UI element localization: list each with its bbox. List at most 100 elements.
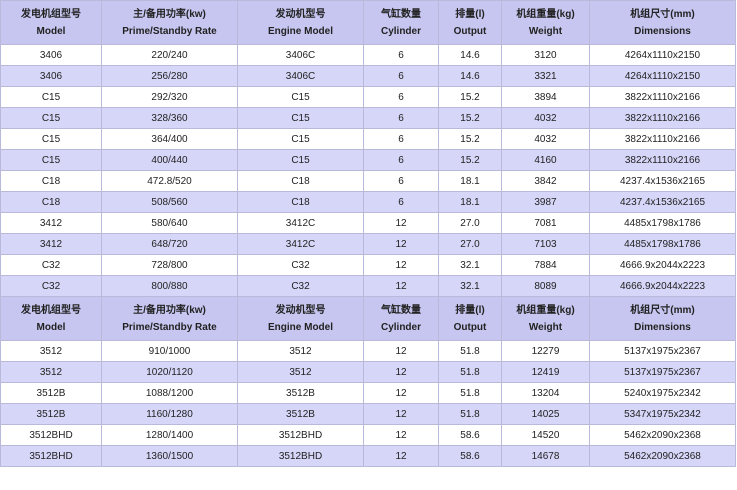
header-dimensions: 机组尺寸(mm) Dimensions <box>589 0 736 45</box>
header-label-zh: 排量(l) <box>455 8 485 20</box>
header-label-en: Model <box>36 321 66 333</box>
cell-cylinder: 12 <box>363 445 439 467</box>
cell-rate: 1280/1400 <box>101 424 238 446</box>
header-label-zh: 机组尺寸(mm) <box>630 8 695 20</box>
table-row: C15 364/400 C15 6 15.2 4032 3822x1110x2166 <box>0 128 736 150</box>
cell-rate: 910/1000 <box>101 340 238 362</box>
header-weight: 机组重量(kg) Weight <box>501 0 590 45</box>
table-row: C15 400/440 C15 6 15.2 4160 3822x1110x2166 <box>0 149 736 171</box>
cell-cylinder: 6 <box>363 191 439 213</box>
table-row: 3406 256/280 3406C 6 14.6 3321 4264x1110x2150 <box>0 65 736 87</box>
cell-weight: 3842 <box>501 170 590 192</box>
header-label-en: Prime/Standby Rate <box>122 321 217 333</box>
cell-rate: 580/640 <box>101 212 238 234</box>
cell-dimensions: 4666.9x2044x2223 <box>589 275 736 297</box>
cell-weight: 3987 <box>501 191 590 213</box>
header-row: 发电机组型号 Model 主/备用功率(kw) Prime/Standby Rate 发… <box>0 0 736 45</box>
header-cylinder: 气缸数量 Cylinder <box>363 296 439 341</box>
cell-weight: 14678 <box>501 445 590 467</box>
cell-model: C32 <box>0 275 102 297</box>
table-row: C32 800/880 C32 12 32.1 8089 4666.9x2044x2223 <box>0 275 736 297</box>
cell-engine-model: 3406C <box>237 65 364 87</box>
cell-cylinder: 12 <box>363 233 439 255</box>
header-label-zh: 机组重量(kg) <box>516 8 575 20</box>
spec-table: 发电机组型号 Model 主/备用功率(kw) Prime/Standby Rate 发… <box>0 0 736 467</box>
cell-model: C15 <box>0 107 102 129</box>
cell-cylinder: 12 <box>363 424 439 446</box>
cell-output: 32.1 <box>438 254 502 276</box>
cell-model: C18 <box>0 170 102 192</box>
cell-cylinder: 12 <box>363 212 439 234</box>
cell-engine-model: C15 <box>237 128 364 150</box>
cell-cylinder: 12 <box>363 275 439 297</box>
cell-output: 14.6 <box>438 65 502 87</box>
table-row: C18 508/560 C18 6 18.1 3987 4237.4x1536x2165 <box>0 191 736 213</box>
cell-cylinder: 6 <box>363 149 439 171</box>
cell-engine-model: 3512BHD <box>237 424 364 446</box>
header-label-en: Output <box>453 25 487 37</box>
cell-model: 3512 <box>0 340 102 362</box>
cell-engine-model: C15 <box>237 107 364 129</box>
cell-model: 3512BHD <box>0 445 102 467</box>
cell-engine-model: 3512B <box>237 382 364 404</box>
cell-weight: 3894 <box>501 86 590 108</box>
cell-output: 51.8 <box>438 382 502 404</box>
table-row: C18 472.8/520 C18 6 18.1 3842 4237.4x1536x2165 <box>0 170 736 192</box>
cell-output: 15.2 <box>438 128 502 150</box>
table-row: 3512 1020/1120 3512 12 51.8 12419 5137x1975x23… <box>0 361 736 383</box>
cell-rate: 1020/1120 <box>101 361 238 383</box>
cell-rate: 728/800 <box>101 254 238 276</box>
header-label-en: Output <box>453 321 487 333</box>
cell-dimensions: 3822x1110x2166 <box>589 128 736 150</box>
header-row: 发电机组型号 Model 主/备用功率(kw) Prime/Standby Rate 发… <box>0 296 736 341</box>
header-label-zh: 主/备用功率(kw) <box>133 8 206 20</box>
cell-rate: 508/560 <box>101 191 238 213</box>
cell-dimensions: 5137x1975x2367 <box>589 340 736 362</box>
cell-dimensions: 4666.9x2044x2223 <box>589 254 736 276</box>
cell-dimensions: 5462x2090x2368 <box>589 424 736 446</box>
cell-model: 3406 <box>0 65 102 87</box>
cell-engine-model: 3406C <box>237 44 364 66</box>
cell-weight: 4032 <box>501 107 590 129</box>
cell-engine-model: 3512 <box>237 340 364 362</box>
cell-output: 18.1 <box>438 191 502 213</box>
cell-output: 14.6 <box>438 44 502 66</box>
header-engine-model: 发动机型号 Engine Model <box>237 0 364 45</box>
cell-model: C15 <box>0 149 102 171</box>
header-label-zh: 排量(l) <box>455 304 485 316</box>
cell-model: 3512B <box>0 403 102 425</box>
header-label-en: Weight <box>528 321 563 333</box>
cell-dimensions: 4264x1110x2150 <box>589 44 736 66</box>
table-row: C32 728/800 C32 12 32.1 7884 4666.9x2044x2223 <box>0 254 736 276</box>
cell-model: C18 <box>0 191 102 213</box>
cell-weight: 4160 <box>501 149 590 171</box>
cell-rate: 1088/1200 <box>101 382 238 404</box>
header-label-en: Model <box>36 25 66 37</box>
cell-dimensions: 3822x1110x2166 <box>589 86 736 108</box>
cell-engine-model: 3512BHD <box>237 445 364 467</box>
cell-rate: 1360/1500 <box>101 445 238 467</box>
cell-dimensions: 4485x1798x1786 <box>589 212 736 234</box>
cell-cylinder: 6 <box>363 170 439 192</box>
table-row: 3406 220/240 3406C 6 14.6 3120 4264x1110x2150 <box>0 44 736 66</box>
cell-output: 32.1 <box>438 275 502 297</box>
cell-model: 3512BHD <box>0 424 102 446</box>
cell-rate: 472.8/520 <box>101 170 238 192</box>
cell-dimensions: 4237.4x1536x2165 <box>589 191 736 213</box>
header-label-en: Engine Model <box>268 321 333 333</box>
cell-model: C15 <box>0 128 102 150</box>
header-output: 排量(l) Output <box>438 0 502 45</box>
cell-model: 3406 <box>0 44 102 66</box>
cell-weight: 7103 <box>501 233 590 255</box>
cell-engine-model: C15 <box>237 149 364 171</box>
cell-model: 3412 <box>0 212 102 234</box>
cell-dimensions: 5347x1975x2342 <box>589 403 736 425</box>
cell-weight: 7081 <box>501 212 590 234</box>
cell-cylinder: 6 <box>363 107 439 129</box>
cell-output: 51.8 <box>438 361 502 383</box>
header-label-zh: 机组重量(kg) <box>516 304 575 316</box>
cell-dimensions: 4485x1798x1786 <box>589 233 736 255</box>
cell-engine-model: C32 <box>237 275 364 297</box>
header-label-zh: 发电机组型号 <box>21 304 81 316</box>
cell-dimensions: 4237.4x1536x2165 <box>589 170 736 192</box>
